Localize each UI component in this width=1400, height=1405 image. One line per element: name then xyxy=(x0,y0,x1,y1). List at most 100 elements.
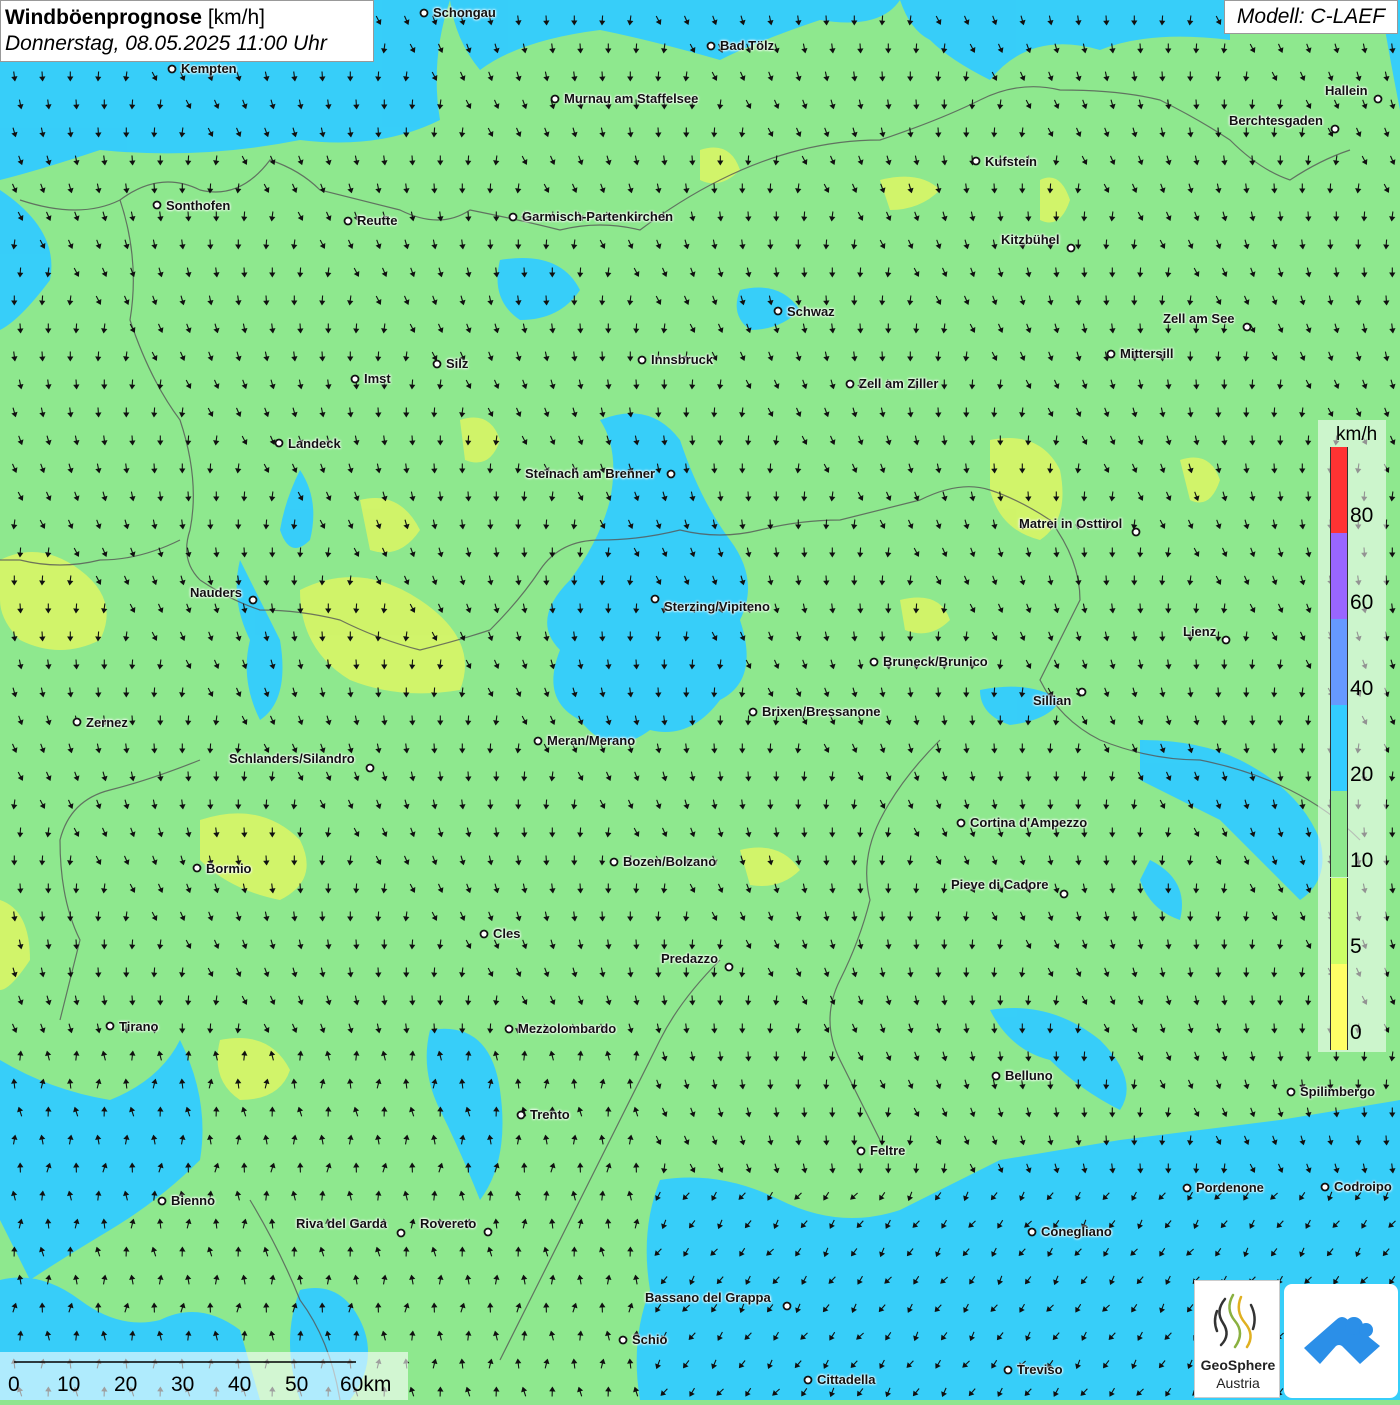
city-label: Bad Tölz xyxy=(720,39,774,52)
city-label: Nauders xyxy=(190,586,242,599)
scale-label: 0 xyxy=(8,1373,20,1397)
city-marker xyxy=(973,158,980,165)
city-marker xyxy=(750,709,757,716)
legend-swatch xyxy=(1330,447,1348,533)
scale-label: 40 xyxy=(228,1373,251,1397)
city-label: Sonthofen xyxy=(166,199,230,212)
forecast-datetime: Donnerstag, 08.05.2025 11:00 Uhr xyxy=(5,31,369,57)
city-marker xyxy=(847,381,854,388)
city-label: Schio xyxy=(632,1333,667,1346)
city-label: Landeck xyxy=(288,437,341,450)
city-marker xyxy=(775,308,782,315)
city-marker xyxy=(481,931,488,938)
city-marker xyxy=(805,1377,812,1384)
city-marker xyxy=(652,596,659,603)
city-label: Sterzing/Vipiteno xyxy=(664,600,770,613)
city-label: Mittersill xyxy=(1120,347,1173,360)
city-marker xyxy=(1375,96,1382,103)
city-marker xyxy=(1079,689,1086,696)
title-panel: Windböenprognose [km/h] Donnerstag, 08.0… xyxy=(0,0,374,62)
city-marker xyxy=(958,820,965,827)
city-label: Garmisch-Partenkirchen xyxy=(522,210,673,223)
city-marker xyxy=(74,719,81,726)
city-label: Tirano xyxy=(119,1020,159,1033)
city-label: Conegliano xyxy=(1041,1225,1112,1238)
city-label: Cittadella xyxy=(817,1373,876,1386)
geosphere-logo: GeoSphere Austria xyxy=(1194,1280,1280,1398)
legend-swatch xyxy=(1330,533,1348,619)
city-label: Riva del Garda xyxy=(296,1217,387,1230)
city-label: Bienno xyxy=(171,1194,215,1207)
city-marker xyxy=(726,964,733,971)
city-marker xyxy=(1133,529,1140,536)
city-marker xyxy=(1223,637,1230,644)
city-marker xyxy=(518,1112,525,1119)
city-label: Berchtesgaden xyxy=(1229,114,1323,127)
city-marker xyxy=(510,214,517,221)
city-marker xyxy=(276,440,283,447)
city-label: Trento xyxy=(530,1108,570,1121)
city-marker xyxy=(107,1023,114,1030)
city-label: Lienz xyxy=(1183,625,1216,638)
city-marker xyxy=(535,738,542,745)
legend-label: 20 xyxy=(1350,763,1373,787)
city-label: Meran/Merano xyxy=(547,734,635,747)
city-label: Brixen/Bressanone xyxy=(762,705,881,718)
city-marker xyxy=(1322,1184,1329,1191)
city-marker xyxy=(194,865,201,872)
legend-swatch xyxy=(1330,878,1348,964)
city-label: Treviso xyxy=(1017,1363,1063,1376)
city-label: Bassano del Grappa xyxy=(645,1291,771,1304)
scale-label: 20 xyxy=(114,1373,137,1397)
legend-label: 0 xyxy=(1350,1021,1362,1045)
city-marker xyxy=(345,218,352,225)
city-marker xyxy=(552,96,559,103)
city-marker xyxy=(485,1229,492,1236)
geosphere-logo-name: GeoSphere xyxy=(1195,1357,1281,1373)
city-label: Pieve di Cadore xyxy=(951,878,1049,891)
city-marker xyxy=(169,66,176,73)
city-label: Zell am Ziller xyxy=(859,377,938,390)
city-label: Schwaz xyxy=(787,305,835,318)
city-marker xyxy=(620,1337,627,1344)
city-label: Imst xyxy=(364,372,391,385)
city-marker xyxy=(1332,126,1339,133)
city-marker xyxy=(611,859,618,866)
scale-label: 60km xyxy=(340,1373,391,1397)
scale-label: 50 xyxy=(285,1373,308,1397)
city-label: Rovereto xyxy=(420,1217,476,1230)
city-label: Schlanders/Silandro xyxy=(229,752,355,765)
city-label: Belluno xyxy=(1005,1069,1053,1082)
city-label: Bozen/Bolzano xyxy=(623,855,716,868)
legend-label: 5 xyxy=(1350,935,1362,959)
city-label: Reutte xyxy=(357,214,397,227)
model-label: Modell: C-LAEF xyxy=(1224,0,1398,34)
city-marker xyxy=(871,659,878,666)
legend-label: 40 xyxy=(1350,677,1373,701)
city-label: Schongau xyxy=(433,6,496,19)
city-marker xyxy=(668,471,675,478)
legend-label: 60 xyxy=(1350,591,1373,615)
city-marker xyxy=(1061,891,1068,898)
city-label: Cles xyxy=(493,927,520,940)
city-marker xyxy=(352,376,359,383)
legend-swatch xyxy=(1330,619,1348,705)
city-marker xyxy=(1108,351,1115,358)
city-marker xyxy=(639,357,646,364)
city-marker xyxy=(993,1073,1000,1080)
city-marker xyxy=(434,361,441,368)
city-marker xyxy=(421,10,428,17)
app-logo-icon xyxy=(1284,1284,1398,1398)
legend-swatch xyxy=(1330,791,1348,877)
city-label: Predazzo xyxy=(661,952,718,965)
city-label: Bormio xyxy=(206,862,252,875)
city-marker xyxy=(506,1026,513,1033)
city-marker xyxy=(367,765,374,772)
city-label: Kitzbühel xyxy=(1001,233,1060,246)
city-label: Feltre xyxy=(870,1144,905,1157)
city-label: Hallein xyxy=(1325,84,1368,97)
legend-label: 80 xyxy=(1350,504,1373,528)
city-marker xyxy=(154,202,161,209)
city-marker xyxy=(1184,1185,1191,1192)
title-main: Windböenprognose xyxy=(5,6,202,29)
